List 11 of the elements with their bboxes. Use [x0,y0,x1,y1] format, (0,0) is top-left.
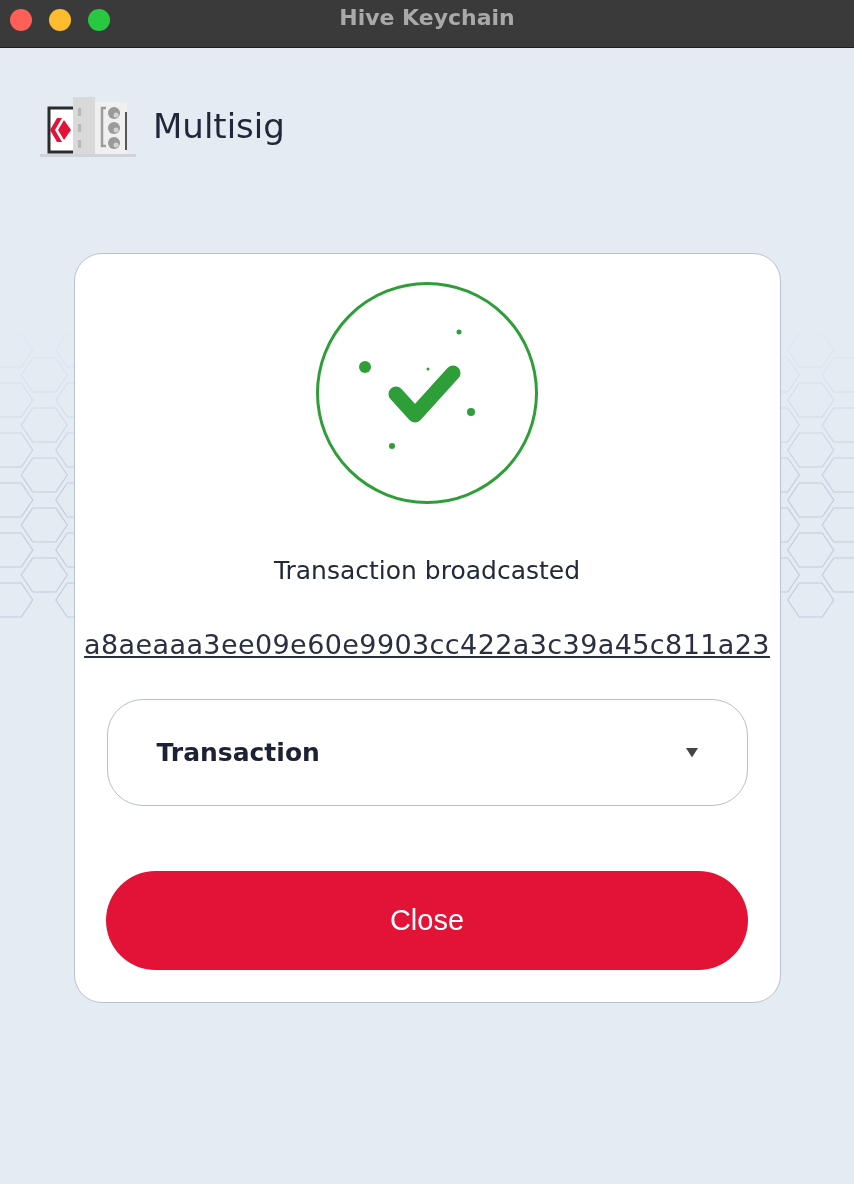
window-close-button[interactable] [10,9,32,31]
success-check-icon [316,282,538,504]
window-maximize-button[interactable] [88,9,110,31]
vault-icon [40,94,136,158]
window-title: Hive Keychain [339,5,515,30]
close-button[interactable]: Close [106,871,748,970]
window-minimize-button[interactable] [49,9,71,31]
transaction-dropdown[interactable]: Transaction [106,699,748,806]
status-message: Transaction broadcasted [273,556,581,586]
transaction-id-link[interactable]: a8aeaaa3ee09e60e9903cc422a3c39a45c811a23 [84,629,770,661]
page-title: Multisig [153,106,285,146]
